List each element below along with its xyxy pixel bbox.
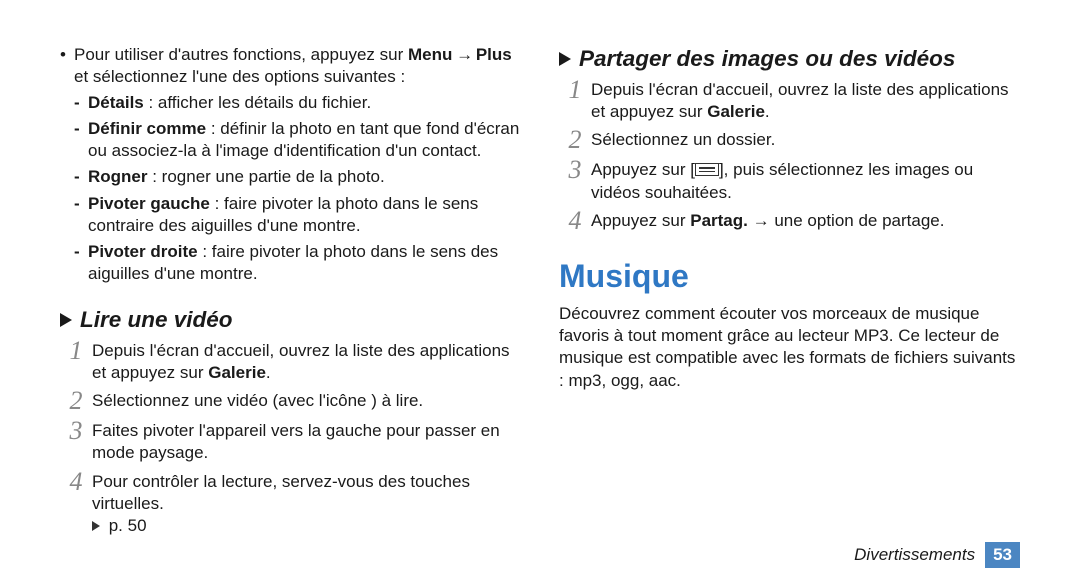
text: Appuyez sur xyxy=(591,211,690,230)
text: . xyxy=(765,102,770,121)
bullet-icon: • xyxy=(60,44,74,88)
term: Pivoter droite xyxy=(88,242,198,261)
arrow-icon: → xyxy=(452,45,475,64)
step-number: 3 xyxy=(60,418,92,464)
video-step-4: 4 Pour contrôler la lecture, servez-vous… xyxy=(60,469,521,537)
dash-icon: - xyxy=(74,241,88,285)
desc: : rogner une partie de la photo. xyxy=(148,167,385,186)
video-step-2: 2 Sélectionnez une vidéo (avec l'icône )… xyxy=(60,388,521,414)
step-number: 3 xyxy=(559,157,591,203)
music-body: Découvrez comment écouter vos morceaux d… xyxy=(559,303,1020,391)
step-number: 2 xyxy=(559,127,591,153)
right-column: Partager des images ou des vidéos 1 Depu… xyxy=(559,44,1020,537)
text: Depuis l'écran d'accueil, ouvrez la list… xyxy=(591,80,1009,121)
triangle-right-icon xyxy=(92,521,100,531)
galerie-bold: Galerie xyxy=(707,102,765,121)
section-title: Lire une vidéo xyxy=(80,305,233,334)
sub-details: - Détails : afficher les détails du fich… xyxy=(74,92,521,114)
sub-rogner: - Rogner : rogner une partie de la photo… xyxy=(74,166,521,188)
partag-bold: Partag. xyxy=(690,211,748,230)
footer-section: Divertissements xyxy=(854,544,975,566)
intro-plus-bold: Plus xyxy=(476,45,512,64)
text: Pour contrôler la lecture, servez-vous d… xyxy=(92,472,470,513)
section-partager: Partager des images ou des vidéos xyxy=(559,44,1020,73)
dash-icon: - xyxy=(74,166,88,188)
page-columns: • Pour utiliser d'autres fonctions, appu… xyxy=(60,44,1020,537)
desc: : afficher les détails du fichier. xyxy=(144,93,371,112)
text: Sélectionnez une vidéo (avec l'icône ) à… xyxy=(92,388,521,414)
page-ref: p. 50 xyxy=(104,516,147,535)
sub-pivoter-droite: - Pivoter droite : faire pivoter la phot… xyxy=(74,241,521,285)
step-number: 4 xyxy=(60,469,92,537)
page-number-badge: 53 xyxy=(985,542,1020,568)
term: Pivoter gauche xyxy=(88,194,210,213)
galerie-bold: Galerie xyxy=(208,363,266,382)
text: . xyxy=(266,363,271,382)
chevron-right-icon xyxy=(60,313,72,327)
text: → une option de partage. xyxy=(748,211,945,230)
page-footer: Divertissements 53 xyxy=(854,542,1020,568)
dash-icon: - xyxy=(74,92,88,114)
step-number: 4 xyxy=(559,208,591,234)
term: Rogner xyxy=(88,167,148,186)
chevron-right-icon xyxy=(559,52,571,66)
text: Depuis l'écran d'accueil, ouvrez la list… xyxy=(92,341,510,382)
dash-icon: - xyxy=(74,193,88,237)
sub-definir: - Définir comme : définir la photo en ta… xyxy=(74,118,521,162)
share-step-1: 1 Depuis l'écran d'accueil, ouvrez la li… xyxy=(559,77,1020,123)
sub-pivoter-gauche: - Pivoter gauche : faire pivoter la phot… xyxy=(74,193,521,237)
section-lire-video: Lire une vidéo xyxy=(60,305,521,334)
share-step-4: 4 Appuyez sur Partag. → une option de pa… xyxy=(559,208,1020,234)
intro-post: et sélectionnez l'une des options suivan… xyxy=(74,67,405,86)
intro-pre: Pour utiliser d'autres fonctions, appuye… xyxy=(74,45,408,64)
dash-icon: - xyxy=(74,118,88,162)
menu-icon xyxy=(695,163,719,176)
step-number: 2 xyxy=(60,388,92,414)
term: Définir comme xyxy=(88,119,206,138)
intro-menu-bold: Menu xyxy=(408,45,452,64)
text: Appuyez sur [ xyxy=(591,160,695,179)
intro-text: Pour utiliser d'autres fonctions, appuye… xyxy=(74,44,521,88)
step-number: 1 xyxy=(559,77,591,123)
intro-bullet: • Pour utiliser d'autres fonctions, appu… xyxy=(60,44,521,88)
section-title: Partager des images ou des vidéos xyxy=(579,44,955,73)
share-step-2: 2 Sélectionnez un dossier. xyxy=(559,127,1020,153)
video-step-1: 1 Depuis l'écran d'accueil, ouvrez la li… xyxy=(60,338,521,384)
heading-musique: Musique xyxy=(559,256,1020,298)
text: Sélectionnez un dossier. xyxy=(591,127,1020,153)
left-column: • Pour utiliser d'autres fonctions, appu… xyxy=(60,44,521,537)
share-step-3: 3 Appuyez sur [], puis sélectionnez les … xyxy=(559,157,1020,203)
term: Détails xyxy=(88,93,144,112)
video-step-3: 3 Faites pivoter l'appareil vers la gauc… xyxy=(60,418,521,464)
text: Faites pivoter l'appareil vers la gauche… xyxy=(92,418,521,464)
step-number: 1 xyxy=(60,338,92,384)
